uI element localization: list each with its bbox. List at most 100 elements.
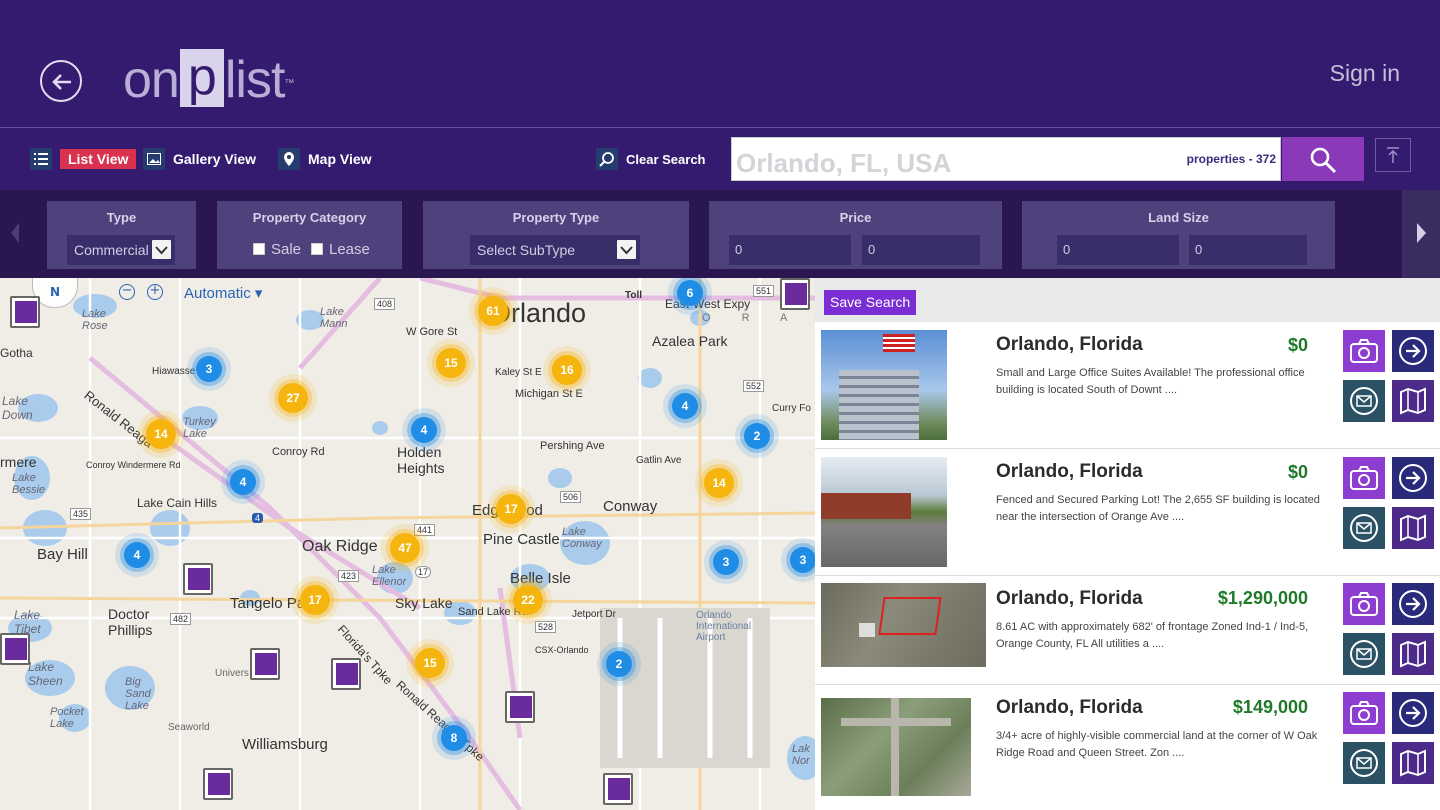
road-graphic xyxy=(891,698,899,796)
land-max-input[interactable]: 0 xyxy=(1189,235,1307,265)
map-cluster-marker[interactable]: 14 xyxy=(146,419,176,449)
property-photo[interactable] xyxy=(821,698,971,796)
building-pin-icon[interactable] xyxy=(0,633,30,665)
photos-button[interactable] xyxy=(1343,330,1385,372)
map-label: Lake Ellenor xyxy=(372,564,407,588)
email-button[interactable] xyxy=(1343,507,1385,549)
arrow-right-icon xyxy=(1399,590,1427,618)
chevron-left-icon[interactable] xyxy=(8,220,22,246)
map-label: 528 xyxy=(535,621,557,633)
map-cluster-marker[interactable]: 6 xyxy=(677,280,703,306)
building-pin-icon[interactable] xyxy=(203,768,233,800)
details-button[interactable] xyxy=(1392,692,1434,734)
building-pin-icon[interactable] xyxy=(505,691,535,723)
subtype-select[interactable]: Select SubType xyxy=(470,235,640,265)
map-cluster-marker[interactable]: 61 xyxy=(478,296,508,326)
map-label: Lake Sheen xyxy=(28,660,63,688)
map-cluster-marker[interactable]: 16 xyxy=(552,355,582,385)
building-pin-icon[interactable] xyxy=(10,296,40,328)
map-label: Lake Mann xyxy=(320,306,348,330)
building-pin-icon[interactable] xyxy=(780,278,810,310)
map-cluster-marker[interactable]: 4 xyxy=(230,469,256,495)
map-view[interactable]: Orlando Azalea Park Holden Heights Edgew… xyxy=(0,278,815,810)
clear-search-button[interactable]: Clear Search xyxy=(596,148,706,170)
building-pin-icon[interactable] xyxy=(250,648,280,680)
map-label: Doctor Phillips xyxy=(108,606,153,638)
type-filter: Type Commercial xyxy=(47,201,196,269)
property-photo[interactable] xyxy=(821,583,986,667)
photos-button[interactable] xyxy=(1343,692,1385,734)
map-cluster-marker[interactable]: 17 xyxy=(300,585,330,615)
email-button[interactable] xyxy=(1343,380,1385,422)
map-cluster-marker[interactable]: 3 xyxy=(713,549,739,575)
sale-checkbox[interactable] xyxy=(253,243,265,255)
building-pin-icon[interactable] xyxy=(331,658,361,690)
photos-button[interactable] xyxy=(1343,583,1385,625)
building-pin-icon[interactable] xyxy=(603,773,633,805)
map-label: Univers xyxy=(215,668,249,679)
map-cluster-marker[interactable]: 2 xyxy=(744,423,770,449)
listing-title[interactable]: Orlando, Florida xyxy=(996,334,1143,356)
collapse-button[interactable] xyxy=(1375,138,1411,172)
map-cluster-marker[interactable]: 8 xyxy=(441,725,467,751)
email-button[interactable] xyxy=(1343,742,1385,784)
list-item[interactable]: Orlando, Florida $149,000 3/4+ acre of h… xyxy=(815,685,1440,810)
list-item[interactable]: Orlando, Florida $0 Small and Large Offi… xyxy=(815,322,1440,449)
scroll-right-button[interactable] xyxy=(1402,190,1440,278)
lease-checkbox[interactable] xyxy=(311,243,323,255)
map-label: Gotha xyxy=(0,346,33,360)
lease-option[interactable]: Lease xyxy=(311,241,370,258)
map-cluster-marker[interactable]: 22 xyxy=(513,585,543,615)
map-cluster-marker[interactable]: 4 xyxy=(411,417,437,443)
show-on-map-button[interactable] xyxy=(1392,380,1434,422)
map-label: Pocket Lake xyxy=(50,706,84,730)
map-cluster-marker[interactable]: 3 xyxy=(196,356,222,382)
price-max-input[interactable]: 0 xyxy=(862,235,980,265)
show-on-map-button[interactable] xyxy=(1392,507,1434,549)
map-cluster-marker[interactable]: 4 xyxy=(124,542,150,568)
details-button[interactable] xyxy=(1392,583,1434,625)
map-label: Michigan St E xyxy=(515,388,583,400)
map-cluster-marker[interactable]: 3 xyxy=(790,547,815,573)
map-cluster-marker[interactable]: 2 xyxy=(606,651,632,677)
email-button[interactable] xyxy=(1343,633,1385,675)
search-button[interactable] xyxy=(1282,137,1364,181)
listing-title[interactable]: Orlando, Florida xyxy=(996,461,1143,483)
type-select[interactable]: Commercial xyxy=(67,235,175,265)
map-cluster-marker[interactable]: 14 xyxy=(704,468,734,498)
land-min-input[interactable]: 0 xyxy=(1057,235,1179,265)
price-min-input[interactable]: 0 xyxy=(729,235,851,265)
details-button[interactable] xyxy=(1392,457,1434,499)
building-pin-icon[interactable] xyxy=(183,563,213,595)
photos-button[interactable] xyxy=(1343,457,1385,499)
show-on-map-button[interactable] xyxy=(1392,742,1434,784)
map-style-dropdown[interactable]: Automatic ▾ xyxy=(184,284,262,302)
tab-gallery-view[interactable]: Gallery View xyxy=(143,148,256,170)
sale-option[interactable]: Sale xyxy=(253,241,301,258)
listing-title[interactable]: Orlando, Florida xyxy=(996,588,1143,610)
save-search-button[interactable]: Save Search xyxy=(824,290,917,315)
search-input[interactable] xyxy=(736,148,1156,179)
map-cluster-marker[interactable]: 4 xyxy=(672,393,698,419)
show-on-map-button[interactable] xyxy=(1392,633,1434,675)
map-cluster-marker[interactable]: 27 xyxy=(278,383,308,413)
sign-in-link[interactable]: Sign in xyxy=(1330,60,1400,87)
map-cluster-marker[interactable]: 15 xyxy=(415,648,445,678)
location-search[interactable]: properties - 372 xyxy=(731,137,1281,181)
tab-map-view[interactable]: Map View xyxy=(278,148,372,170)
back-button[interactable] xyxy=(40,60,82,102)
map-cluster-marker[interactable]: 47 xyxy=(390,533,420,563)
property-photo[interactable] xyxy=(821,457,947,567)
list-item[interactable]: Orlando, Florida $1,290,000 8.61 AC with… xyxy=(815,576,1440,685)
tab-list-view[interactable]: List View xyxy=(30,148,137,170)
list-item[interactable]: Orlando, Florida $0 Fenced and Secured P… xyxy=(815,449,1440,576)
zoom-out-button[interactable]: − xyxy=(119,284,135,300)
map-cluster-marker[interactable]: 17 xyxy=(496,494,526,524)
map-label: Big Sand Lake xyxy=(125,676,151,712)
property-photo[interactable] xyxy=(821,330,947,440)
details-button[interactable] xyxy=(1392,330,1434,372)
filter-title: Property Type xyxy=(512,210,600,225)
map-cluster-marker[interactable]: 15 xyxy=(436,348,466,378)
zoom-in-button[interactable]: + xyxy=(147,284,163,300)
listing-title[interactable]: Orlando, Florida xyxy=(996,697,1143,719)
